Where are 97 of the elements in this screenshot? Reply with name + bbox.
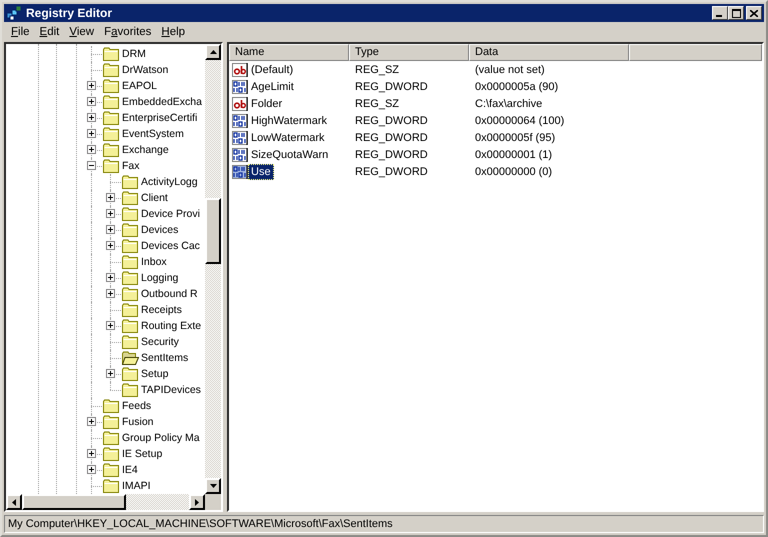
value-type: REG_DWORD	[354, 148, 429, 160]
expand-toggle[interactable]	[106, 289, 115, 298]
menu-item[interactable]: Favorites	[99, 26, 156, 38]
value-type: REG_DWORD	[354, 166, 429, 178]
scroll-thumb[interactable]	[22, 494, 126, 510]
value-name[interactable]: AgeLimit	[248, 78, 297, 94]
column-header[interactable]: Type	[349, 44, 469, 61]
tree-item[interactable]: Group Policy Ma	[121, 431, 200, 445]
column-header[interactable]: Data	[469, 44, 629, 61]
expand-toggle[interactable]	[106, 369, 115, 378]
tree-item[interactable]: EnterpriseCertifi	[121, 111, 198, 125]
scroll-thumb[interactable]	[205, 198, 221, 264]
tree-item[interactable]: Feeds	[121, 399, 152, 413]
tree-item[interactable]: Devices	[140, 223, 178, 237]
tree-item[interactable]: Fax	[121, 159, 140, 173]
expand-toggle[interactable]	[106, 209, 115, 218]
value-type: REG_SZ	[354, 64, 400, 76]
tree-item[interactable]: IMAPI	[121, 479, 151, 493]
value-name[interactable]: LowWatermark	[248, 130, 328, 146]
scroll-right-icon	[195, 498, 199, 506]
menu-item[interactable]: File	[6, 26, 35, 38]
menu-item[interactable]: Help	[156, 26, 190, 38]
tree-item[interactable]: IE4	[121, 463, 138, 477]
value-name[interactable]: Use	[248, 164, 274, 180]
tree-item[interactable]: ActivityLogg	[140, 175, 198, 189]
window-title: Registry Editor	[26, 6, 114, 20]
tree-item[interactable]: Logging	[140, 271, 178, 285]
tree-item[interactable]: Setup	[140, 367, 168, 381]
binary-value-icon	[232, 164, 248, 178]
expand-toggle[interactable]	[106, 193, 115, 202]
value-type: REG_DWORD	[354, 132, 429, 144]
value-data: 0x00000000 (0)	[474, 166, 554, 178]
tree-item[interactable]: Receipts	[140, 303, 182, 317]
value-data: (value not set)	[474, 64, 546, 76]
maximize-button[interactable]	[728, 6, 744, 20]
scroll-left-icon	[12, 498, 16, 506]
expand-toggle[interactable]	[87, 161, 96, 170]
scroll-up-icon	[210, 50, 216, 54]
value-name[interactable]: HighWatermark	[248, 112, 330, 128]
expand-toggle[interactable]	[106, 241, 115, 250]
tree-item[interactable]: Inbox	[140, 255, 167, 269]
close-button[interactable]	[746, 6, 762, 20]
scroll-down-icon	[210, 484, 216, 488]
expand-toggle[interactable]	[106, 273, 115, 282]
vertical-scrollbar[interactable]	[205, 44, 221, 494]
tree-item[interactable]: DRM	[121, 47, 146, 61]
close-icon	[750, 10, 758, 16]
string-value-icon	[232, 62, 248, 76]
expand-toggle[interactable]	[87, 113, 96, 122]
expand-toggle[interactable]	[106, 321, 115, 330]
tree-item[interactable]: DrWatson	[121, 63, 168, 77]
menu-item[interactable]: Edit	[34, 26, 64, 38]
tree-item[interactable]: Device Provi	[140, 207, 200, 221]
binary-value-icon	[232, 130, 248, 144]
expand-toggle[interactable]	[87, 465, 96, 474]
value-type: REG_SZ	[354, 98, 400, 110]
tree-item[interactable]: Security	[140, 335, 179, 349]
value-data: C:\fax\archive	[474, 98, 544, 110]
status-bar: My Computer\HKEY_LOCAL_MACHINE\SOFTWARE\Microsoft\Fax\SentItems	[4, 515, 764, 533]
value-type: REG_DWORD	[354, 80, 429, 92]
expand-toggle[interactable]	[87, 145, 96, 154]
string-value-icon	[232, 96, 248, 110]
expand-toggle[interactable]	[87, 417, 96, 426]
menu-item[interactable]: View	[64, 26, 100, 38]
tree-item[interactable]: Routing Exte	[140, 319, 202, 333]
tree-item[interactable]: IE Setup	[121, 447, 162, 461]
scrollbar-corner	[205, 494, 221, 510]
tree-item[interactable]: Outbound R	[140, 287, 198, 301]
column-header[interactable]: Name	[229, 44, 349, 61]
binary-value-icon	[232, 80, 248, 94]
value-name[interactable]: (Default)	[248, 62, 296, 78]
tree-item[interactable]: Client	[140, 191, 168, 205]
expand-toggle[interactable]	[87, 97, 96, 106]
expand-toggle[interactable]	[87, 129, 96, 138]
value-data: 0x0000005a (90)	[474, 80, 560, 92]
tree-item[interactable]: SentItems	[140, 351, 188, 365]
value-name[interactable]: Folder	[248, 96, 286, 112]
value-data: 0x0000005f (95)	[474, 132, 556, 144]
minimize-button[interactable]	[712, 6, 728, 20]
tree-item[interactable]: Fusion	[121, 415, 154, 429]
expand-toggle[interactable]	[87, 449, 96, 458]
binary-value-icon	[232, 114, 248, 128]
value-name[interactable]: SizeQuotaWarn	[248, 146, 332, 162]
expand-toggle[interactable]	[87, 81, 96, 90]
tree-item[interactable]: EmbeddedExcha	[121, 95, 202, 109]
value-type: REG_DWORD	[354, 114, 429, 126]
tree-item[interactable]: EAPOL	[121, 79, 158, 93]
horizontal-scrollbar[interactable]	[6, 494, 205, 510]
expand-toggle[interactable]	[106, 225, 115, 234]
tree-item[interactable]: Exchange	[121, 143, 169, 157]
tree-item[interactable]: TAPIDevices	[140, 383, 201, 397]
tree-item[interactable]: EventSystem	[121, 127, 184, 141]
maximize-icon	[732, 8, 740, 18]
binary-value-icon	[232, 148, 248, 162]
value-data: 0x00000001 (1)	[474, 148, 554, 160]
tree-item[interactable]: Devices Cac	[140, 239, 200, 253]
value-data: 0x00000064 (100)	[474, 114, 566, 126]
